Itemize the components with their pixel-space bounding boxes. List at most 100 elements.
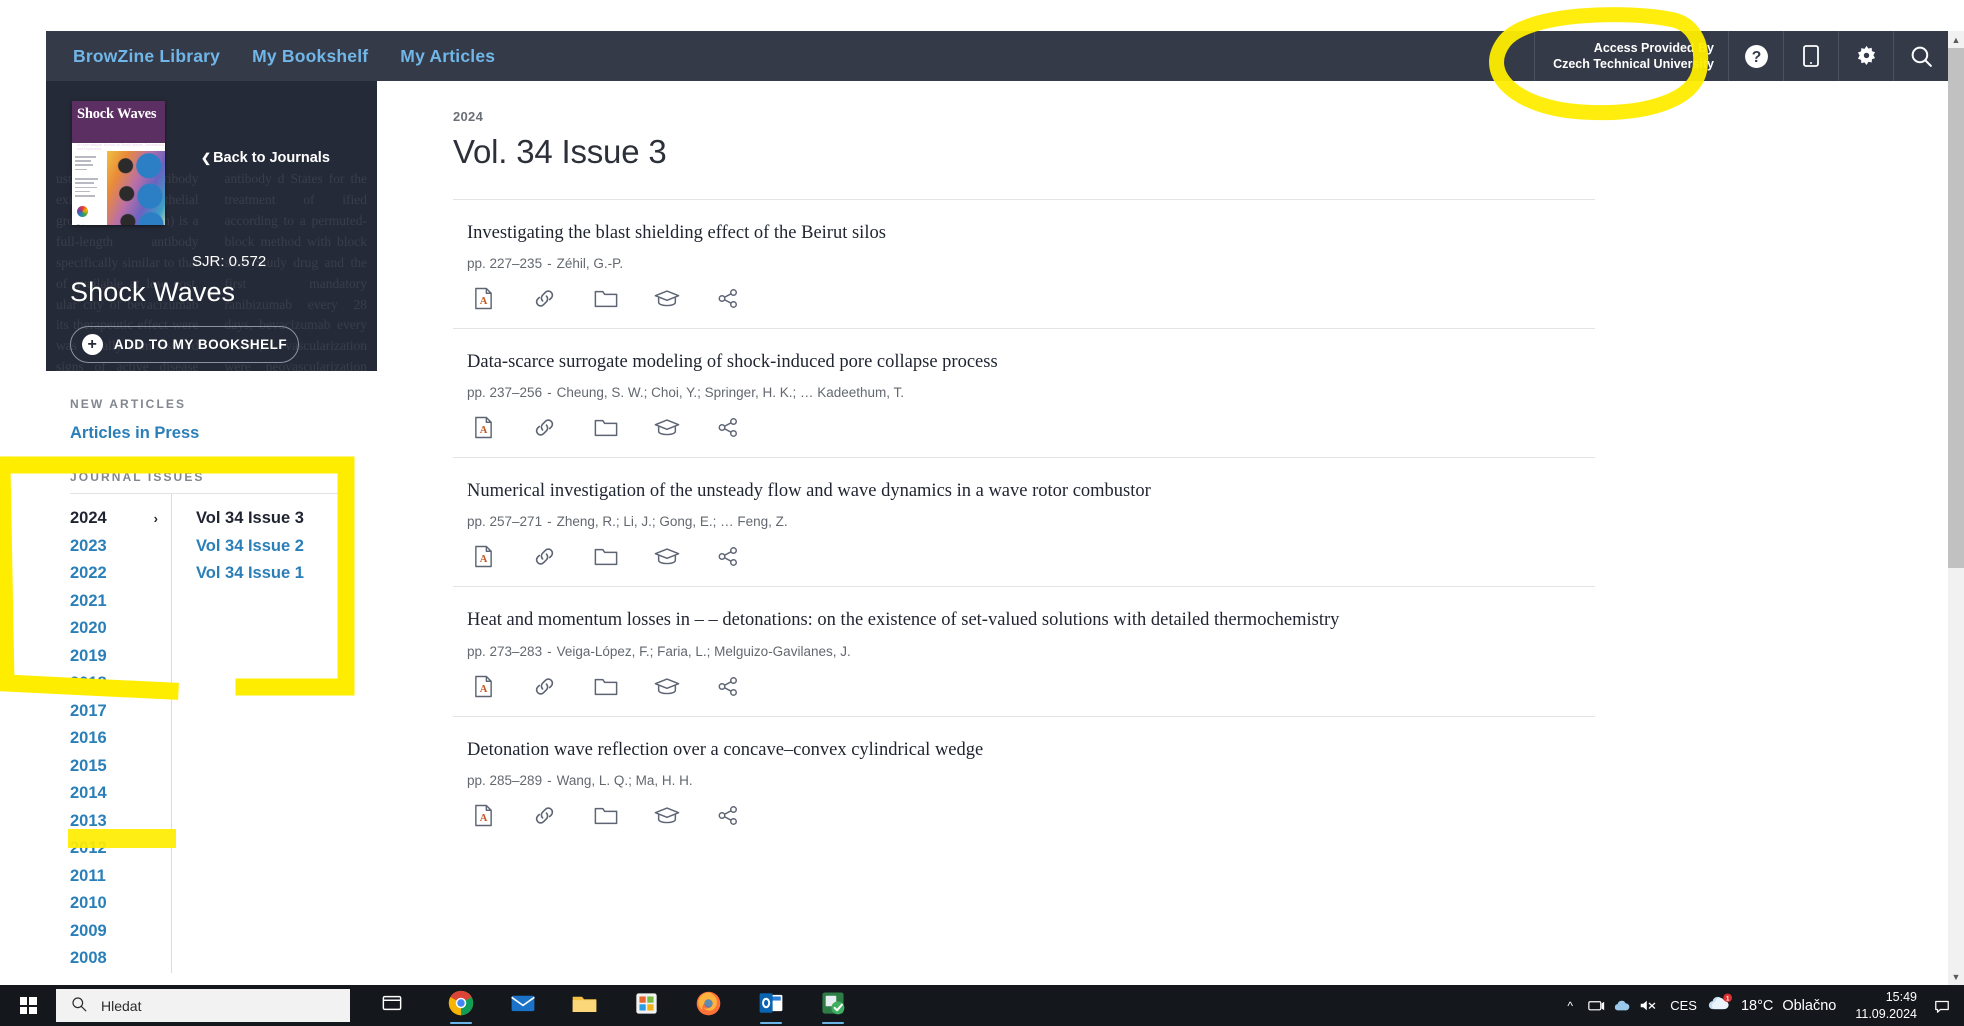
share-button[interactable] [707,413,748,447]
share-button[interactable] [707,542,748,576]
article-meta: pp. 257–271- Zheng, R.; Li, J.; Gong, E.;… [467,514,1595,529]
pdf-button[interactable]: A [463,284,504,318]
folder-icon [594,288,618,314]
taskbar-search-input[interactable]: Hledat [56,989,350,1022]
year-item-2011[interactable]: 2011 [70,863,158,891]
back-to-journals-link[interactable]: ❮ Back to Journals [201,150,330,166]
year-item-2024[interactable]: 2024 › [70,505,158,533]
year-item-2014[interactable]: 2014 [70,780,158,808]
link-button[interactable] [524,413,565,447]
mortarboard-button[interactable] [646,672,687,706]
year-label: 2014 [70,784,107,803]
year-item-2013[interactable]: 2013 [70,808,158,836]
year-item-2015[interactable]: 2015 [70,753,158,781]
folder-button[interactable] [585,284,626,318]
folder-button[interactable] [585,801,626,835]
year-item-2008[interactable]: 2008 [70,945,158,973]
scroll-up-arrow-icon[interactable]: ▲ [1948,31,1964,48]
language-indicator[interactable]: CES [1661,998,1706,1013]
mail-taskbar-button[interactable] [498,985,547,1026]
settings-button[interactable] [1838,31,1893,81]
chrome-icon [448,990,474,1021]
mortarboard-button[interactable] [646,284,687,318]
year-item-2022[interactable]: 2022 [70,560,158,588]
articles-in-press-link[interactable]: Articles in Press [46,424,377,443]
pdf-button[interactable]: A [463,413,504,447]
share-button[interactable] [707,284,748,318]
issue-item-3[interactable]: Vol 34 Issue 1 [196,560,344,588]
folder-icon [594,546,618,572]
onedrive-icon[interactable] [1609,985,1635,1026]
article-title[interactable]: Heat and momentum losses in – – detonati… [467,609,1595,632]
firefox-taskbar-button[interactable] [684,985,733,1026]
year-item-2009[interactable]: 2009 [70,918,158,946]
folder-button[interactable] [585,672,626,706]
add-to-bookshelf-button[interactable]: + ADD TO MY BOOKSHELF [70,326,299,363]
checkmark-app-taskbar-button[interactable] [808,985,857,1026]
year-item-2012[interactable]: 2012 [70,835,158,863]
pdf-button[interactable]: A [463,801,504,835]
year-item-2010[interactable]: 2010 [70,890,158,918]
share-icon [717,804,739,832]
svg-text:A: A [480,555,488,566]
year-item-2021[interactable]: 2021 [70,588,158,616]
issue-item-2[interactable]: Vol 34 Issue 2 [196,533,344,561]
link-icon [533,804,556,832]
folder-button[interactable] [585,542,626,576]
article-title[interactable]: Investigating the blast shielding effect… [467,222,1595,245]
article-title[interactable]: Numerical investigation of the unsteady … [467,480,1595,503]
article-pages: pp. 285–289 [467,772,543,788]
link-button[interactable] [524,542,565,576]
weather-widget[interactable]: 1 18°C Oblačno [1706,993,1850,1018]
share-button[interactable] [707,801,748,835]
help-button[interactable]: ? [1728,31,1783,81]
nav-my-bookshelf[interactable]: My Bookshelf [252,46,368,67]
search-button[interactable] [1893,31,1948,81]
tray-expand-button[interactable]: ^ [1557,985,1583,1026]
outlook-taskbar-button[interactable] [746,985,795,1026]
file-explorer-taskbar-button[interactable] [560,985,609,1026]
mortarboard-button[interactable] [646,542,687,576]
year-item-2017[interactable]: 2017 [70,698,158,726]
issue-item-1[interactable]: Vol 34 Issue 3 › [196,505,344,533]
share-icon [717,287,739,315]
year-item-2019[interactable]: 2019 [70,643,158,671]
article-title[interactable]: Data-scarce surrogate modeling of shock-… [467,351,1595,374]
screen: BrowZine Library My Bookshelf My Article… [0,0,1964,1026]
start-button[interactable] [0,985,56,1026]
store-taskbar-button[interactable] [622,985,671,1026]
search-icon [71,996,87,1016]
link-button[interactable] [524,801,565,835]
access-provided-label: Access Provided By [1593,40,1714,55]
running-indicator [759,1021,782,1024]
share-button[interactable] [707,672,748,706]
notifications-button[interactable] [1928,985,1956,1026]
nav-browzine-library[interactable]: BrowZine Library [73,46,220,67]
year-item-2020[interactable]: 2020 [70,615,158,643]
folder-button[interactable] [585,413,626,447]
year-item-2023[interactable]: 2023 [70,533,158,561]
volume-muted-icon[interactable] [1635,985,1661,1026]
chevron-left-icon: ❮ [201,151,212,165]
mobile-app-button[interactable] [1783,31,1838,81]
vertical-scrollbar[interactable]: ▲ ▼ [1948,31,1964,985]
taskbar-clock[interactable]: 15:49 11.09.2024 [1850,989,1928,1023]
pdf-button[interactable]: A [463,672,504,706]
link-button[interactable] [524,284,565,318]
link-button[interactable] [524,672,565,706]
chrome-taskbar-button[interactable] [436,985,485,1026]
network-icon[interactable] [1583,985,1609,1026]
scroll-down-arrow-icon[interactable]: ▼ [1948,968,1964,985]
nav-my-articles[interactable]: My Articles [400,46,495,67]
mortarboard-button[interactable] [646,413,687,447]
scrollbar-thumb[interactable] [1948,48,1964,568]
top-navigation-bar: BrowZine Library My Bookshelf My Article… [46,31,1948,81]
year-label: 2021 [70,591,107,610]
pdf-button[interactable]: A [463,542,504,576]
year-item-2016[interactable]: 2016 [70,725,158,753]
year-label: 2015 [70,756,107,775]
article-title[interactable]: Detonation wave reflection over a concav… [467,739,1595,762]
mortarboard-button[interactable] [646,801,687,835]
year-item-2018[interactable]: 2018 [70,670,158,698]
task-view-button[interactable] [367,985,416,1026]
